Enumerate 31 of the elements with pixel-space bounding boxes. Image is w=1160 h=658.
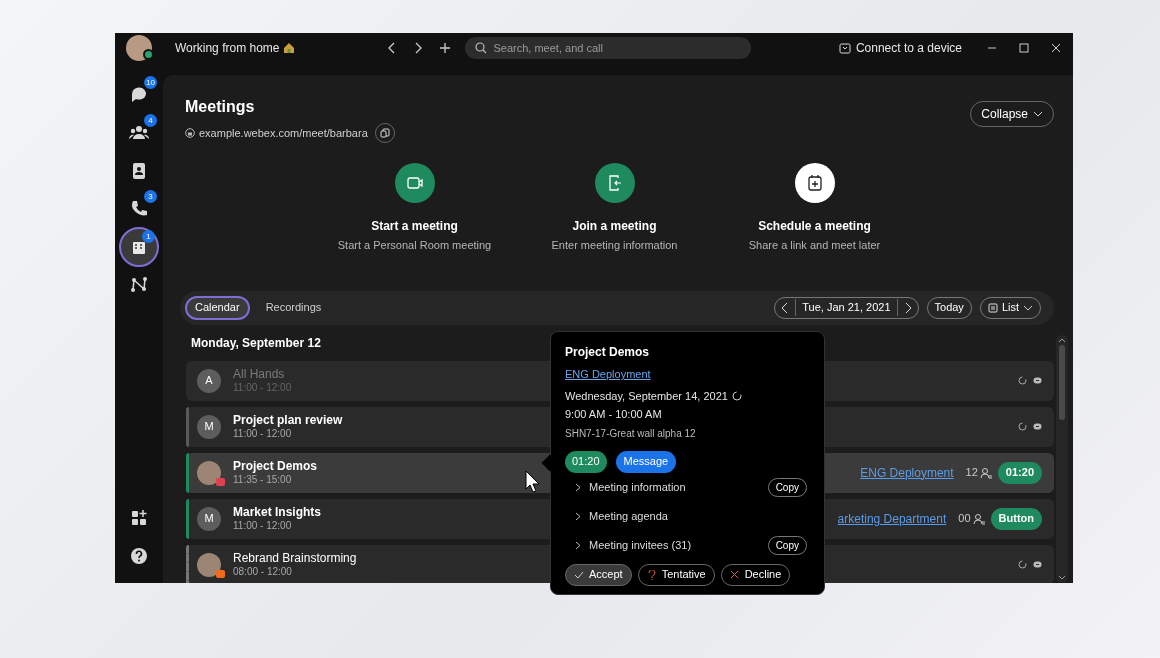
action-subtitle: Share a link and meet later [748, 238, 881, 253]
initial-avatar: M [197, 506, 221, 531]
attendee-count: 00 [958, 511, 971, 527]
action-title: Schedule a meeting [758, 218, 871, 235]
count-badge: 10 [144, 76, 157, 89]
count-badge: 3 [144, 190, 157, 203]
popover-title: Project Demos [565, 344, 651, 361]
attendee-count: 12 [965, 465, 978, 481]
action-title: Start a meeting [371, 218, 458, 235]
meeting-title: Rebrand Brainstorming [233, 550, 357, 565]
meeting-time: 11:35 - 15:00 [233, 473, 293, 487]
meeting-title: Project Demos [233, 458, 318, 473]
initial-avatar: M [197, 414, 221, 439]
meeting-date: Wednesday, September 14, 2021 [565, 388, 728, 404]
meeting-title: Market Insights [233, 504, 322, 519]
count-badge: 1 [142, 230, 155, 243]
action-subtitle: Start a Personal Room meeting [337, 238, 492, 253]
day-heading: Monday, September 12 [191, 334, 321, 352]
action-title: Join a meeting [572, 218, 657, 235]
meeting-location: SHN7-17-Great wall alpha 12 [565, 426, 697, 441]
meeting-title: All Hands [233, 366, 286, 381]
meeting-time: 9:00 AM - 10:00 AM [565, 407, 663, 422]
meeting-time: 08:00 - 12:00 [233, 565, 293, 579]
meeting-time: 11:00 - 12:00 [233, 519, 293, 533]
meeting-time: 11:00 - 12:00 [233, 427, 293, 441]
action-subtitle: Enter meeting information [551, 238, 678, 253]
page-title: Meetings [185, 97, 256, 117]
count-badge: 4 [144, 114, 157, 127]
status-text: Working from home [175, 40, 280, 57]
meeting-title: Project plan review [233, 412, 343, 427]
initial-avatar: A [197, 368, 221, 393]
